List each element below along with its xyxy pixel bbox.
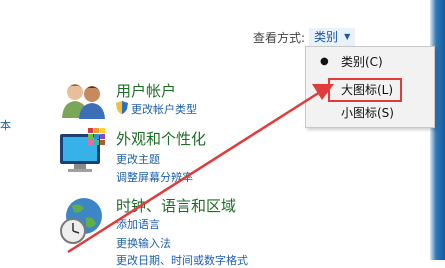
view-by-dropdown[interactable]: 类别 ▼: [309, 28, 356, 46]
category-title-appearance[interactable]: 外观和个性化: [116, 128, 206, 149]
category-title-clock-region[interactable]: 时钟、语言和区域: [116, 195, 236, 216]
link-add-language[interactable]: 添加语言: [116, 216, 160, 232]
chevron-down-icon: ▼: [344, 32, 351, 41]
left-cut-text: 本: [0, 119, 11, 132]
users-icon: [62, 84, 105, 119]
highlight-box: [328, 78, 402, 102]
view-by-value: 类别: [314, 30, 339, 44]
monitor-icon: [60, 128, 105, 172]
link-change-theme[interactable]: 更改主题: [116, 151, 160, 167]
link-change-account-type[interactable]: 更改帐户类型: [131, 101, 197, 117]
window-edge: [430, 0, 445, 260]
menu-item-category[interactable]: ● 类别(C): [306, 51, 434, 73]
shield-icon: [116, 101, 128, 114]
link-change-date-format[interactable]: 更改日期、时间或数字格式: [116, 252, 248, 268]
link-adjust-resolution[interactable]: 调整屏幕分辨率: [116, 169, 193, 185]
globe-clock-icon: [60, 198, 102, 244]
selected-dot-icon: ●: [320, 56, 329, 67]
view-by-control: 查看方式: 类别 ▼: [253, 28, 356, 46]
category-title-user-accounts[interactable]: 用户帐户: [116, 80, 176, 101]
menu-item-small-icons[interactable]: 小图标(S): [306, 102, 434, 124]
link-change-input-method[interactable]: 更换输入法: [116, 235, 171, 251]
view-by-label: 查看方式:: [253, 30, 306, 45]
